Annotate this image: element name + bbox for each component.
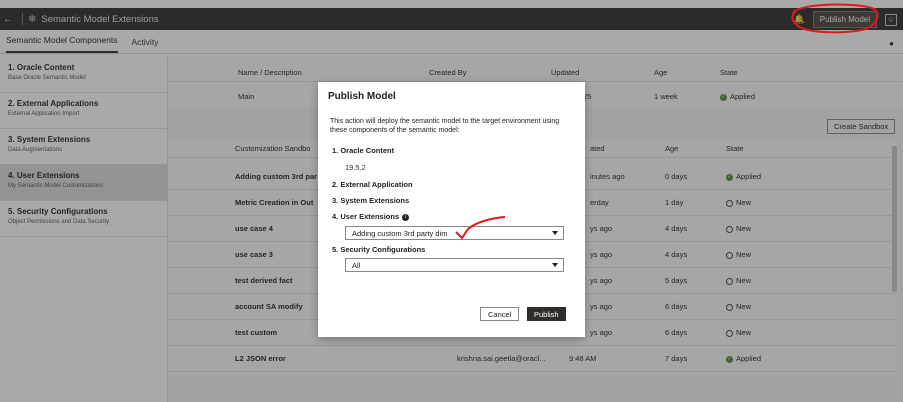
dialog-description: This action will deploy the semantic mod… xyxy=(330,118,560,134)
section-label: 3. System Extensions xyxy=(332,196,410,205)
chevron-down-icon xyxy=(552,231,558,235)
info-icon[interactable]: i xyxy=(402,213,410,221)
dialog-title: Publish Model xyxy=(328,91,396,102)
oracle-content-version: 19.5.2 xyxy=(345,163,366,172)
security-configurations-select[interactable]: All xyxy=(345,258,564,272)
select-value: All xyxy=(352,260,361,270)
section-oracle-content: 1. Oracle Content xyxy=(332,146,394,155)
section-label: 2. External Application xyxy=(332,180,413,189)
section-label: 5. Security Configurations xyxy=(332,245,426,254)
section-external-application: 2. External Application xyxy=(332,180,413,189)
section-security-configurations: 5. Security Configurations xyxy=(332,245,425,254)
section-label: 4. User Extensions xyxy=(332,212,400,221)
cancel-button[interactable]: Cancel xyxy=(480,307,520,321)
user-extensions-select[interactable]: Adding custom 3rd party dim xyxy=(345,226,564,240)
section-system-extensions: 3. System Extensions xyxy=(332,196,409,205)
chevron-down-icon xyxy=(552,263,558,267)
publish-button[interactable]: Publish xyxy=(527,307,566,321)
section-user-extensions: 4. User Extensions i xyxy=(332,212,410,221)
publish-model-dialog: Publish Model This action will deploy th… xyxy=(318,82,585,337)
select-value: Adding custom 3rd party dim xyxy=(352,228,448,238)
section-label: 1. Oracle Content xyxy=(332,146,395,155)
